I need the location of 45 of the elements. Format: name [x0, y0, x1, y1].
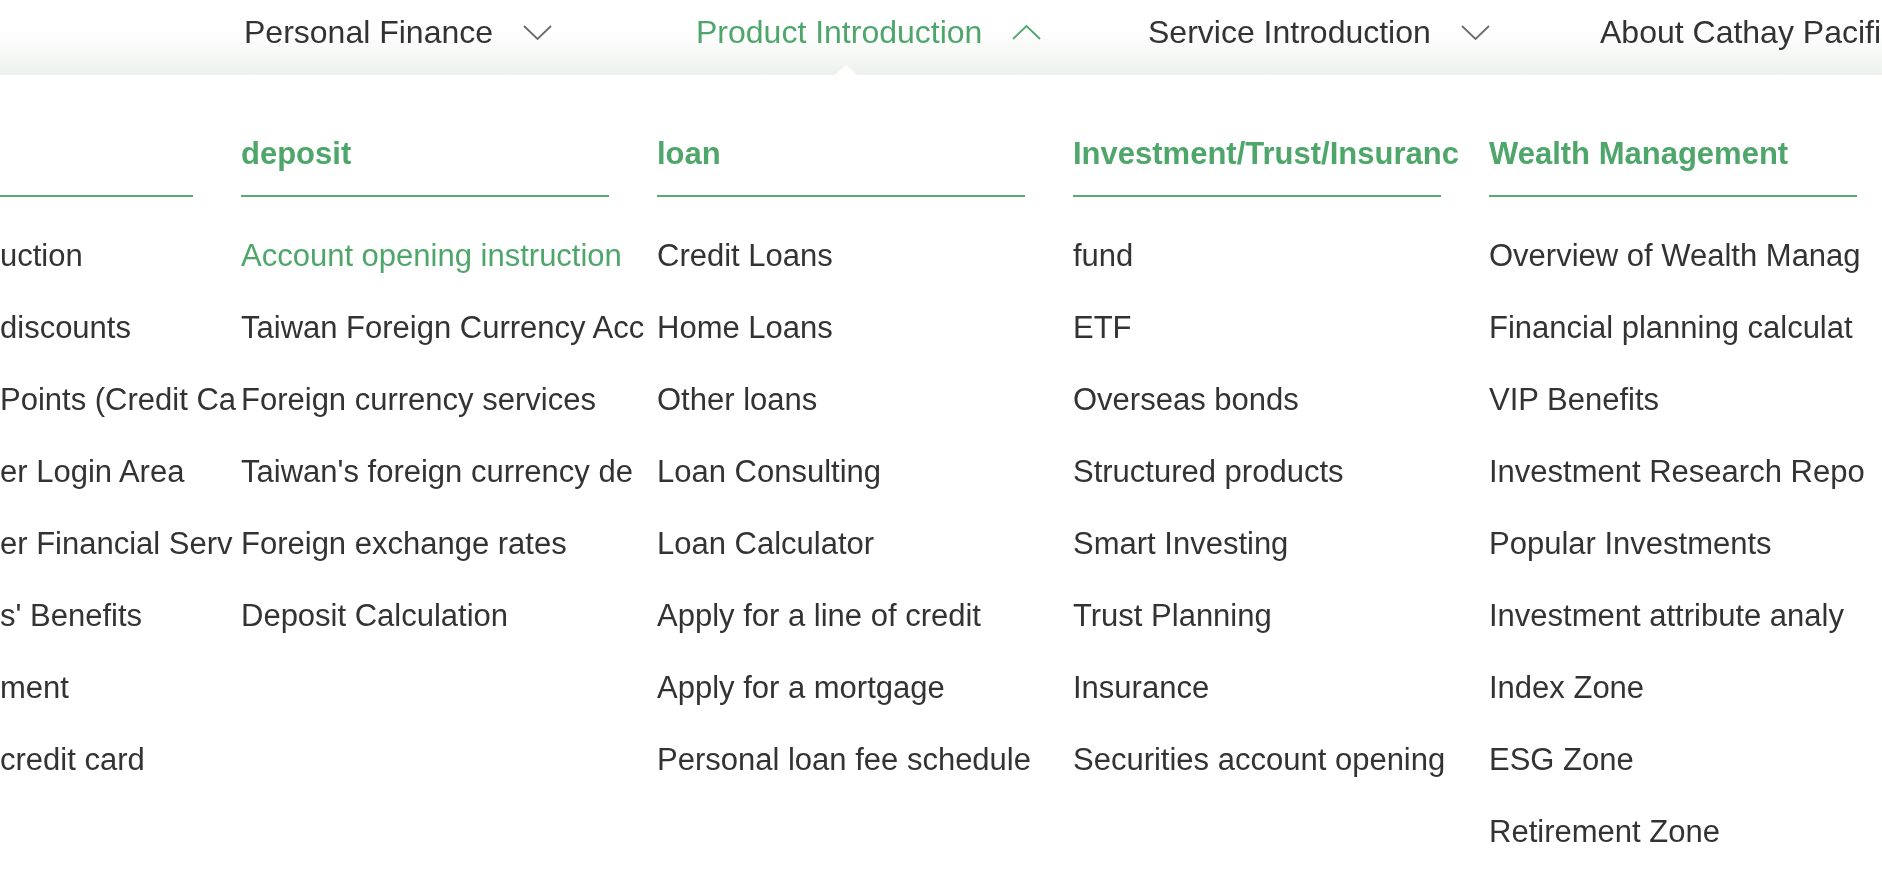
menu-link[interactable]: s' Benefits: [0, 596, 143, 636]
menu-link[interactable]: ESG Zone: [1489, 740, 1634, 780]
menu-link[interactable]: Credit Loans: [657, 236, 833, 276]
menu-link[interactable]: Popular Investments: [1489, 524, 1772, 564]
menu-link[interactable]: fund: [1073, 236, 1134, 276]
category-heading: deposit: [241, 135, 352, 173]
category-heading: Investment/Trust/Insuranc: [1073, 135, 1459, 173]
menu-link[interactable]: Deposit Calculation: [241, 596, 509, 636]
menu-link[interactable]: ETF: [1073, 308, 1132, 348]
menu-link[interactable]: Personal loan fee schedule: [657, 740, 1031, 780]
category-heading: Wealth Management: [1489, 135, 1789, 173]
menu-link[interactable]: ment: [0, 668, 69, 708]
menu-link[interactable]: Investment Research Repo: [1489, 452, 1865, 492]
menu-link[interactable]: Smart Investing: [1073, 524, 1289, 564]
menu-link[interactable]: Overview of Wealth Manag: [1489, 236, 1861, 276]
menu-link[interactable]: Taiwan Foreign Currency Acc: [241, 308, 645, 348]
menu-link[interactable]: Foreign currency services: [241, 380, 596, 420]
menu-link[interactable]: Investment attribute analy: [1489, 596, 1844, 636]
menu-link[interactable]: Loan Calculator: [657, 524, 875, 564]
menu-link[interactable]: er Financial Serv: [0, 524, 233, 564]
menu-link[interactable]: Loan Consulting: [657, 452, 882, 492]
menu-link[interactable]: Home Loans: [657, 308, 833, 348]
menu-link[interactable]: Apply for a line of credit: [657, 596, 981, 636]
menu-link[interactable]: Points (Credit Ca: [0, 380, 237, 420]
menu-link[interactable]: Apply for a mortgage: [657, 668, 945, 708]
menu-link[interactable]: VIP Benefits: [1489, 380, 1660, 420]
menu-link[interactable]: Taiwan's foreign currency de: [241, 452, 633, 492]
menu-link[interactable]: Trust Planning: [1073, 596, 1272, 636]
menu-link[interactable]: Securities account opening: [1073, 740, 1446, 780]
menu-link[interactable]: discounts: [0, 308, 131, 348]
menu-link[interactable]: Foreign exchange rates: [241, 524, 567, 564]
menu-link[interactable]: Index Zone: [1489, 668, 1645, 708]
nav-menu-item[interactable]: About Cathay Pacifi: [1600, 12, 1882, 52]
menu-link[interactable]: credit card: [0, 740, 145, 780]
nav-menu-item[interactable]: Personal Finance: [244, 12, 553, 52]
menu-link[interactable]: Insurance: [1073, 668, 1210, 708]
menu-link[interactable]: er Login Area: [0, 452, 185, 492]
menu-link[interactable]: Structured products: [1073, 452, 1344, 492]
nav-menu-item[interactable]: Service Introduction: [1148, 12, 1490, 52]
menu-link[interactable]: Retirement Zone: [1489, 812, 1720, 852]
menu-link[interactable]: uction: [0, 236, 83, 276]
menu-link[interactable]: Financial planning calculat: [1489, 308, 1853, 348]
menu-link[interactable]: Other loans: [657, 380, 818, 420]
category-heading: loan: [657, 135, 721, 173]
menu-link[interactable]: Overseas bonds: [1073, 380, 1299, 420]
